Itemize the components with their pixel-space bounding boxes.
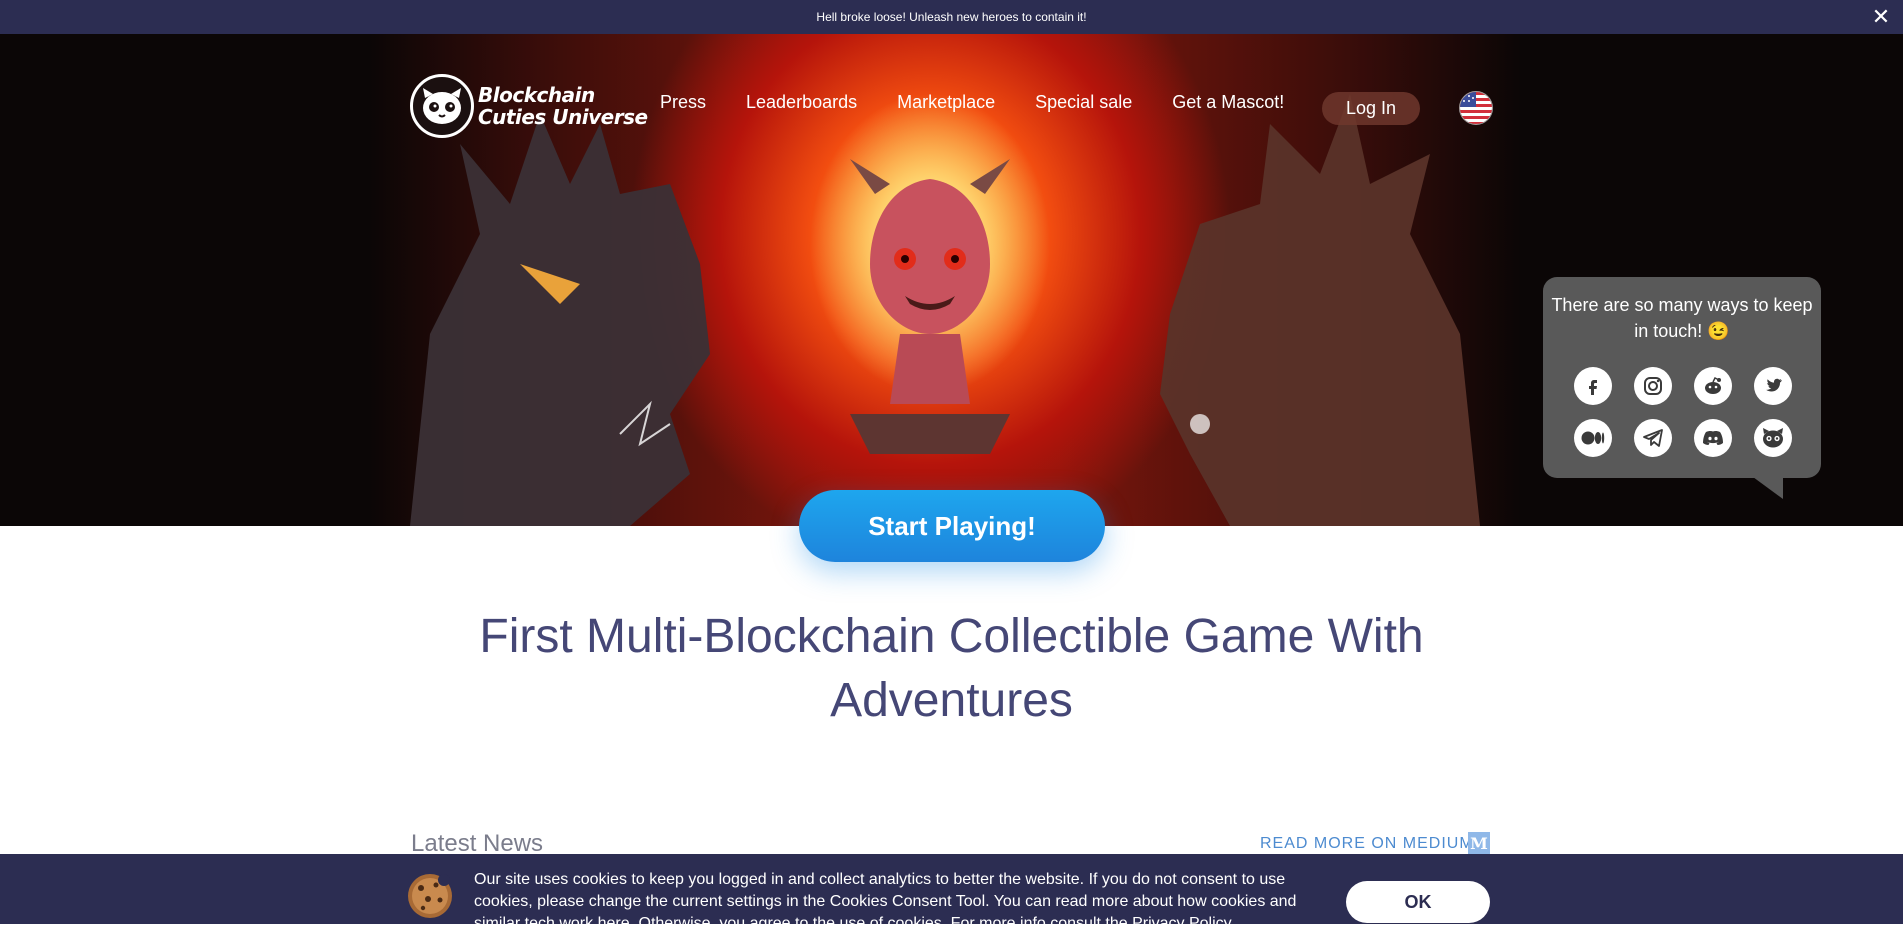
page-headline: First Multi-Blockchain Collectible Game … — [479, 610, 1424, 727]
cutie-logo-icon — [410, 74, 474, 138]
nav-leaderboards[interactable]: Leaderboards — [746, 92, 857, 113]
instagram-icon[interactable] — [1634, 367, 1672, 405]
twitter-icon[interactable] — [1754, 367, 1792, 405]
logo-wordmark: Blockchain Cuties Universe — [478, 84, 648, 128]
cookie-consent-text: Our site uses cookies to keep you logged… — [474, 871, 1297, 932]
nav-get-a-mascot[interactable]: Get a Mascot! — [1172, 92, 1284, 113]
logo-line-2: Cuties Universe — [478, 105, 648, 129]
cuties-icon[interactable] — [1754, 419, 1792, 457]
announcement-banner: Hell broke loose! Unleash new heroes to … — [0, 0, 1903, 34]
social-popup-tail — [1753, 477, 1783, 499]
main-nav: Press Leaderboards Marketplace Special s… — [660, 92, 1284, 113]
nav-press[interactable]: Press — [660, 92, 706, 113]
reddit-icon[interactable] — [1694, 367, 1732, 405]
close-icon[interactable]: ✕ — [1869, 5, 1893, 29]
discord-icon[interactable] — [1694, 419, 1732, 457]
start-playing-button[interactable]: Start Playing! — [799, 490, 1105, 562]
logo[interactable]: Blockchain Cuties Universe — [410, 74, 648, 138]
social-popup: There are so many ways to keep in touch!… — [1543, 277, 1821, 499]
social-popup-text: There are so many ways to keep in touch!… — [1551, 295, 1813, 341]
facebook-icon[interactable] — [1574, 367, 1612, 405]
medium-icon[interactable]: M — [1468, 832, 1490, 854]
nav-marketplace[interactable]: Marketplace — [897, 92, 995, 113]
logo-line-1: Blockchain — [478, 83, 595, 107]
telegram-icon[interactable] — [1634, 419, 1672, 457]
read-more-on-medium-link[interactable]: READ MORE ON MEDIUM — [1260, 835, 1474, 853]
cookie-ok-button[interactable]: OK — [1346, 881, 1490, 923]
cookie-icon — [406, 872, 454, 920]
us-flag-icon[interactable] — [1459, 91, 1493, 125]
announcement-text: Hell broke loose! Unleash new heroes to … — [816, 10, 1087, 24]
login-button[interactable]: Log In — [1322, 92, 1420, 125]
nav-special-sale[interactable]: Special sale — [1035, 92, 1132, 113]
medium-social-icon[interactable] — [1574, 419, 1612, 457]
cookie-consent-bar: Our site uses cookies to keep you logged… — [0, 854, 1903, 932]
